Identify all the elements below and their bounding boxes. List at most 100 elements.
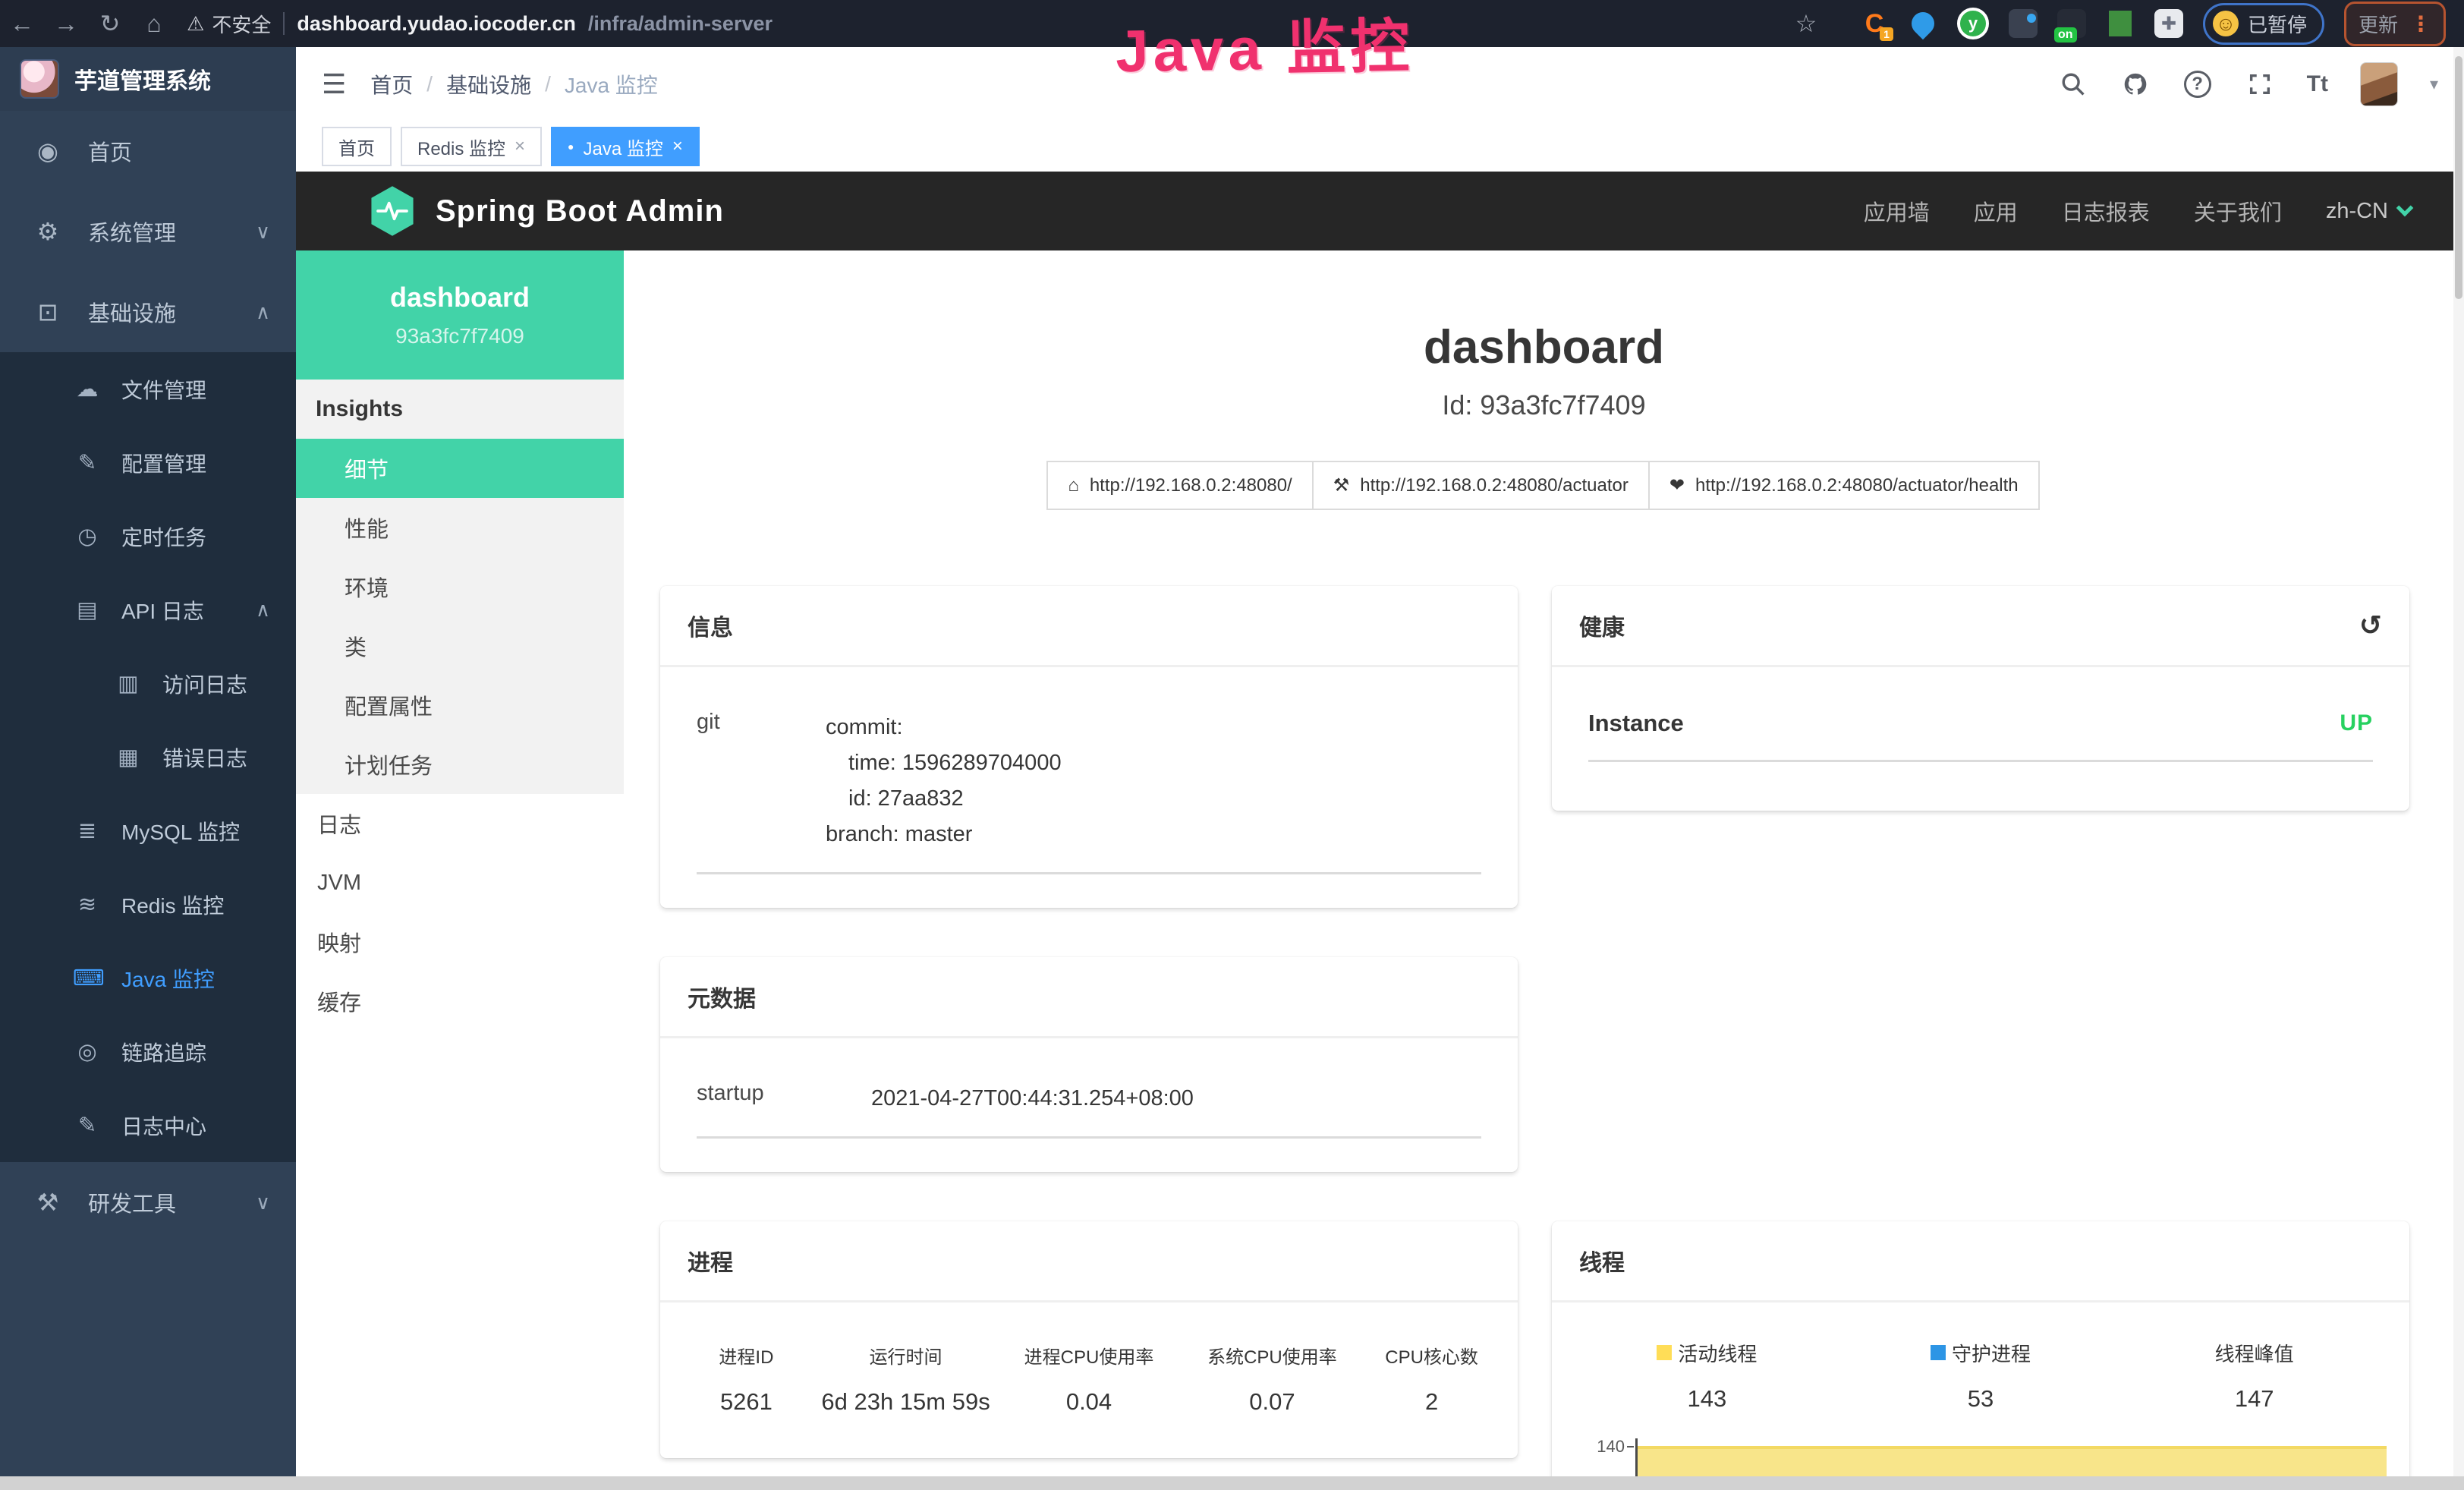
sba-locale-select[interactable]: zh-CN <box>2326 199 2411 224</box>
actuator-url-link[interactable]: ⚒ http://192.168.0.2:48080/actuator <box>1312 461 1650 510</box>
sba-item-classes[interactable]: 类 <box>296 616 624 676</box>
extension-colorzilla-icon[interactable]: C1 <box>1860 9 1889 38</box>
sidebar-item-scheduled-tasks[interactable]: ◷ 定时任务 <box>0 499 296 573</box>
status-badge: UP <box>2340 710 2373 736</box>
git-commit-time: time: 1596289704000 <box>826 745 1062 781</box>
sba-item-metrics[interactable]: 性能 <box>296 498 624 557</box>
github-icon[interactable] <box>2120 69 2151 99</box>
service-url-link[interactable]: ⌂ http://192.168.0.2:48080/ <box>1046 461 1313 510</box>
sidebar-item-dev-tools[interactable]: ⚒ 研发工具 ∨ <box>0 1162 296 1243</box>
back-icon[interactable]: ← <box>0 10 44 38</box>
info-key: git <box>697 710 826 852</box>
threads-legend: 活动线程 143 守护进程 53 线程峰值 <box>1570 1339 2391 1413</box>
font-size-icon[interactable]: Tt <box>2307 71 2328 97</box>
app-logo-row[interactable]: 芋道管理系统 <box>0 47 296 111</box>
sidebar-item-system-mgmt[interactable]: ⚙ 系统管理 ∨ <box>0 191 296 272</box>
url-host: dashboard.yudao.iocoder.cn <box>297 12 576 36</box>
puzzle-extensions-icon[interactable]: ✚ <box>2154 9 2183 38</box>
extension-pin-icon[interactable] <box>1909 9 1937 38</box>
daemon-threads-swatch <box>1931 1345 1946 1360</box>
tab-redis-monitor[interactable]: Redis 监控 × <box>401 127 542 166</box>
chevron-down-icon: ∨ <box>256 220 270 244</box>
sidebar-item-home[interactable]: ◉ 首页 <box>0 111 296 191</box>
close-icon[interactable]: × <box>672 136 683 157</box>
extension-y-icon[interactable]: y <box>1957 8 1989 39</box>
health-url-link[interactable]: ❤ http://192.168.0.2:48080/actuator/heal… <box>1648 461 2040 510</box>
tab-java-monitor[interactable]: ● Java 监控 × <box>551 127 700 166</box>
sidebar-item-redis-monitor[interactable]: ≋ Redis 监控 <box>0 868 296 941</box>
sba-brand[interactable]: Spring Boot Admin <box>369 184 724 238</box>
help-icon[interactable]: ? <box>2182 69 2213 99</box>
home-icon[interactable]: ⌂ <box>132 10 176 38</box>
profile-paused-pill[interactable]: ☺ 已暂停 <box>2203 3 2324 45</box>
redis-icon: ≋ <box>73 891 102 918</box>
sidebar-item-file-mgmt[interactable]: ☁ 文件管理 <box>0 352 296 426</box>
sba-item-scheduled-tasks[interactable]: 计划任务 <box>296 735 624 794</box>
sba-item-config-props[interactable]: 配置属性 <box>296 676 624 735</box>
sba-nav-about[interactable]: 关于我们 <box>2194 195 2282 227</box>
tab-home[interactable]: 首页 <box>322 127 392 166</box>
url-divider <box>283 12 285 35</box>
app-logo-avatar <box>20 59 59 99</box>
metadata-startup-row: startup 2021-04-27T00:44:31.254+08:00 <box>697 1081 1481 1139</box>
history-icon[interactable]: ↺ <box>2359 610 2382 641</box>
sba-item-caches[interactable]: 缓存 <box>296 972 624 1031</box>
address-bar[interactable]: ⚠ 不安全 dashboard.yudao.iocoder.cn/infra/a… <box>187 10 773 38</box>
sidebar-item-api-logs[interactable]: ▤ API 日志 ∧ <box>0 573 296 647</box>
sba-nav-journal[interactable]: 日志报表 <box>2062 195 2150 227</box>
database-icon: ≣ <box>73 817 102 844</box>
url-path: /infra/admin-server <box>588 12 773 36</box>
reload-icon[interactable]: ↻ <box>88 9 132 38</box>
extension-badge: 1 <box>1880 27 1893 41</box>
legend-label: 线程峰值 <box>2215 1339 2294 1367</box>
metadata-card: 元数据 startup 2021-04-27T00:44:31.254+08:0… <box>660 957 1518 1172</box>
process-col-header: 运行时间 <box>814 1342 997 1369</box>
process-card: 进程 进程ID 5261 运行时间 6d 23h 15m 59s <box>660 1221 1518 1458</box>
sba-nav-wallboard[interactable]: 应用墙 <box>1864 195 1930 227</box>
java-monitor-icon: ⌨ <box>73 965 102 991</box>
sidebar-item-access-logs[interactable]: ▥ 访问日志 <box>0 647 296 720</box>
sidebar-item-mysql-monitor[interactable]: ≣ MySQL 监控 <box>0 794 296 868</box>
sba-instance-header[interactable]: dashboard 93a3fc7f7409 <box>296 250 624 380</box>
extension-leaf-icon[interactable] <box>2106 9 2135 38</box>
scrollbar-thumb[interactable] <box>2455 56 2462 299</box>
metadata-value: 2021-04-27T00:44:31.254+08:00 <box>871 1081 1194 1117</box>
search-icon[interactable] <box>2058 69 2088 99</box>
breadcrumb-infrastructure[interactable]: 基础设施 <box>446 69 531 99</box>
heartbeat-icon: ❤ <box>1669 474 1685 496</box>
update-label: 更新 <box>2359 10 2398 38</box>
avatar-caret-icon[interactable]: ▾ <box>2430 74 2438 94</box>
info-card: 信息 git commit: time: 1596289704000 id: 2… <box>660 586 1518 908</box>
not-secure-warning-icon: ⚠ <box>187 12 204 36</box>
breadcrumb-home[interactable]: 首页 <box>370 69 413 99</box>
peak-threads-value: 147 <box>2117 1385 2391 1413</box>
sidebar-item-infrastructure[interactable]: ⊡ 基础设施 ∧ <box>0 272 296 352</box>
sidebar-item-log-center[interactable]: ✎ 日志中心 <box>0 1088 296 1162</box>
dashboard-icon: ◉ <box>32 137 64 165</box>
log-center-icon: ✎ <box>73 1112 102 1139</box>
sba-item-logs[interactable]: 日志 <box>296 794 624 853</box>
sba-item-details[interactable]: 细节 <box>296 439 624 498</box>
sba-logo-icon <box>369 184 416 238</box>
extension-grid-icon[interactable] <box>2009 9 2038 38</box>
sidebar-item-config-mgmt[interactable]: ✎ 配置管理 <box>0 426 296 499</box>
forward-icon[interactable]: → <box>44 10 88 38</box>
browser-menu-icon[interactable]: ⋮ <box>2410 11 2431 36</box>
sidebar-item-java-monitor[interactable]: ⌨ Java 监控 <box>0 941 296 1015</box>
fullscreen-icon[interactable] <box>2245 69 2275 99</box>
sba-item-mappings[interactable]: 映射 <box>296 912 624 972</box>
sidebar-item-error-logs[interactable]: ▦ 错误日志 <box>0 720 296 794</box>
update-button[interactable]: 更新 ⋮ <box>2344 2 2446 46</box>
sba-navbar: Spring Boot Admin 应用墙 应用 日志报表 关于我们 zh-CN <box>296 172 2464 250</box>
sba-item-environment[interactable]: 环境 <box>296 557 624 616</box>
close-icon[interactable]: × <box>515 136 525 157</box>
sba-item-jvm[interactable]: JVM <box>296 853 624 912</box>
info-git-row: git commit: time: 1596289704000 id: 27aa… <box>697 710 1481 874</box>
user-avatar[interactable] <box>2360 62 2398 106</box>
bookmark-star-icon[interactable]: ☆ <box>1792 9 1820 38</box>
admin-main: ☰ 首页 / 基础设施 / Java 监控 ? Tt ▾ 首页 <box>296 47 2464 1490</box>
sidebar-item-tracing[interactable]: ◎ 链路追踪 <box>0 1015 296 1088</box>
sba-nav-applications[interactable]: 应用 <box>1974 195 2018 227</box>
collapse-sidebar-icon[interactable]: ☰ <box>322 68 346 100</box>
extension-switch-icon[interactable]: on <box>2057 9 2086 38</box>
